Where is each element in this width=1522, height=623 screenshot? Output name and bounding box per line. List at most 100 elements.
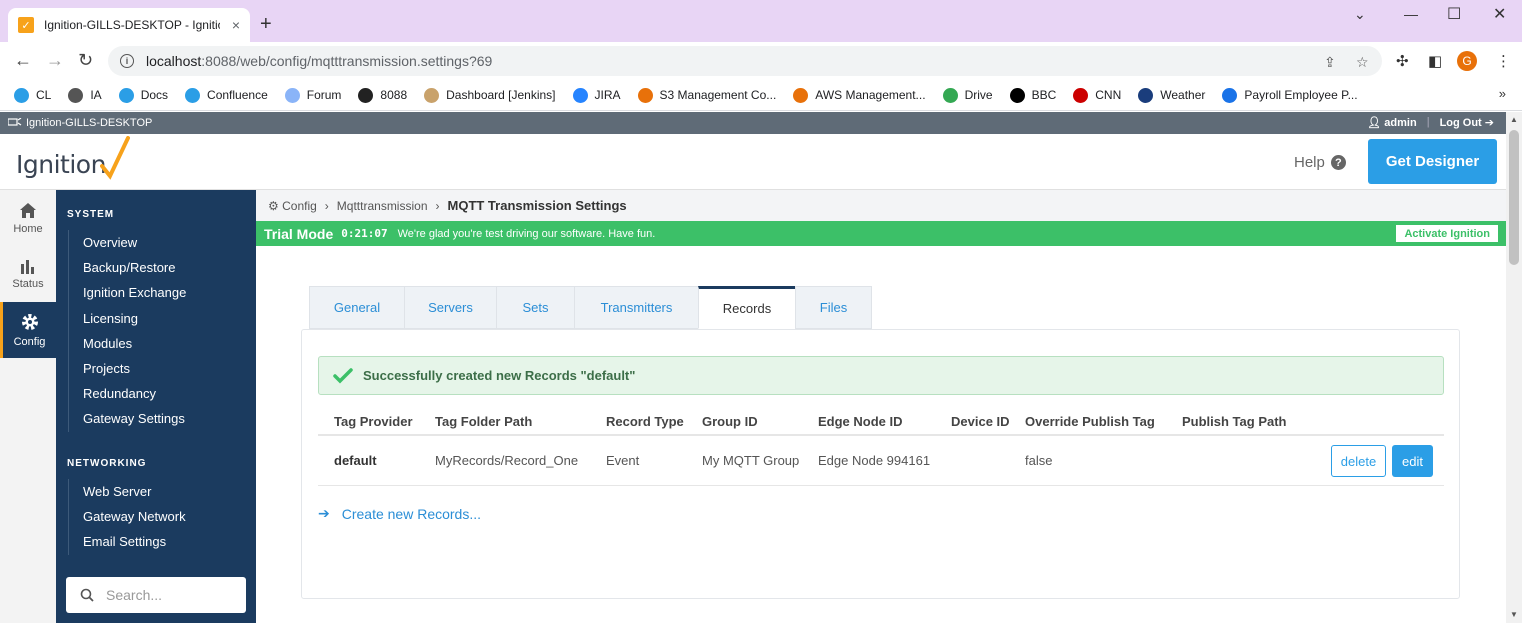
sidebar-search-input[interactable]: Search... — [66, 577, 246, 613]
cell-tag-provider: default — [334, 453, 377, 468]
sidebar-item-projects[interactable]: Projects — [83, 356, 186, 381]
tab-servers[interactable]: Servers — [404, 286, 496, 329]
sidebar-item-licensing[interactable]: Licensing — [83, 306, 186, 331]
tab-transmitters[interactable]: Transmitters — [574, 286, 698, 329]
sidebar-item-redundancy[interactable]: Redundancy — [83, 381, 186, 406]
scrollbar-thumb[interactable] — [1509, 130, 1519, 265]
scroll-down-icon[interactable]: ▼ — [1510, 610, 1518, 619]
tab-files[interactable]: Files — [795, 286, 872, 329]
bookmark-item[interactable]: AWS Management... — [793, 87, 926, 103]
bookmarks-overflow-icon[interactable]: » — [1499, 86, 1506, 101]
breadcrumb-separator-icon: › — [324, 198, 329, 213]
extensions-puzzle-icon[interactable]: ✣ — [1396, 52, 1409, 70]
sidebar-item-web-server[interactable]: Web Server — [83, 479, 186, 504]
bookmark-item[interactable]: Weather — [1138, 87, 1205, 103]
ignition-logo[interactable]: Ignition — [16, 150, 106, 179]
page-scrollbar[interactable]: ▲ ▼ — [1506, 112, 1522, 623]
trial-timer: 0:21:07 — [341, 227, 388, 240]
breadcrumb-config[interactable]: ⚙ Config — [268, 199, 317, 213]
bookmark-item[interactable]: JIRA — [572, 87, 621, 103]
share-icon[interactable]: ⇪ — [1324, 54, 1336, 71]
bookmark-item[interactable]: Payroll Employee P... — [1222, 87, 1358, 103]
bookmark-item[interactable]: S3 Management Co... — [637, 87, 776, 103]
gear-small-icon: ⚙ — [268, 198, 279, 213]
system-menu: Overview Backup/Restore Ignition Exchange L… — [68, 230, 186, 432]
bookmark-item[interactable]: CL — [14, 87, 51, 103]
tab-general[interactable]: General — [309, 286, 404, 329]
bookmark-label: Forum — [306, 88, 342, 102]
col-publish-tag-path: Publish Tag Path — [1182, 413, 1287, 429]
minimize-icon[interactable]: — — [1404, 6, 1418, 22]
trial-label: Trial Mode — [264, 225, 334, 242]
bookmark-item[interactable]: 8088 — [358, 87, 407, 103]
success-alert: Successfully created new Records "defaul… — [318, 356, 1444, 395]
bookmark-favicon-icon — [14, 87, 29, 103]
side-panel-icon[interactable]: ◧ — [1428, 52, 1442, 70]
tab-records[interactable]: Records — [698, 286, 795, 329]
tab-sets[interactable]: Sets — [496, 286, 574, 329]
sidebar-item-ignition-exchange[interactable]: Ignition Exchange — [83, 280, 186, 305]
bookmark-favicon-icon — [1222, 87, 1238, 103]
bookmark-item[interactable]: CNN — [1073, 87, 1122, 103]
breadcrumb-parent[interactable]: Mqtttransmission — [337, 199, 428, 213]
sidebar-item-overview[interactable]: Overview — [83, 230, 186, 255]
profile-avatar[interactable]: G — [1457, 51, 1477, 71]
col-edge-node-id: Edge Node ID — [818, 413, 903, 429]
tab-search-chevron-icon[interactable]: ⌄ — [1354, 6, 1366, 23]
bookmark-item[interactable]: Forum — [284, 87, 342, 103]
success-text: Successfully created new Records "defaul… — [363, 368, 636, 383]
bookmark-item[interactable]: IA — [68, 87, 102, 103]
gateway-bar: Ignition-GILLS-DESKTOP 👤︎ admin | Log Ou… — [0, 112, 1506, 134]
nav-config[interactable]: Config — [0, 302, 56, 358]
bookmark-label: CNN — [1095, 88, 1122, 102]
site-info-icon[interactable]: i — [120, 54, 134, 68]
create-new-records-link[interactable]: ➔ Create new Records... — [318, 505, 481, 522]
nav-status[interactable]: Status — [0, 246, 56, 302]
sidebar-item-gateway-settings[interactable]: Gateway Settings — [83, 406, 186, 431]
nav-home[interactable]: Home — [0, 190, 56, 246]
arrow-right-icon: ➔ — [318, 505, 330, 521]
reload-icon[interactable]: ↻ — [78, 50, 93, 70]
main-content: ⚙ Config › Mqtttransmission › MQTT Trans… — [256, 190, 1506, 623]
scroll-up-icon[interactable]: ▲ — [1510, 115, 1518, 124]
col-tag-folder-path: Tag Folder Path — [435, 413, 533, 429]
help-link[interactable]: Help? — [1294, 154, 1346, 171]
forward-arrow-icon[interactable]: → — [46, 50, 64, 70]
col-group-id: Group ID — [702, 413, 758, 429]
url-text: localhost:8088/web/config/mqtttransmissi… — [146, 53, 493, 69]
user-menu[interactable]: 👤︎ admin — [1367, 116, 1416, 129]
bookmark-item[interactable]: Dashboard [Jenkins] — [424, 87, 556, 103]
close-tab-icon[interactable]: × — [232, 17, 240, 33]
check-icon — [333, 367, 353, 383]
bookmark-favicon-icon — [358, 87, 374, 103]
back-arrow-icon[interactable]: ← — [14, 50, 32, 70]
col-record-type: Record Type — [606, 413, 684, 429]
browser-tab[interactable]: ✓ Ignition-GILLS-DESKTOP - Ignitio × — [8, 8, 250, 42]
bookmark-star-icon[interactable]: ☆ — [1356, 54, 1369, 71]
activate-ignition-button[interactable]: Activate Ignition — [1396, 225, 1498, 242]
bookmark-favicon-icon — [68, 87, 84, 103]
bookmark-item[interactable]: Docs — [118, 87, 168, 103]
close-window-icon[interactable]: ✕ — [1493, 4, 1506, 24]
sidebar-item-backup-restore[interactable]: Backup/Restore — [83, 255, 186, 280]
maximize-icon[interactable]: ☐ — [1447, 4, 1461, 24]
bookmark-label: Payroll Employee P... — [1244, 88, 1358, 102]
breadcrumb: ⚙ Config › Mqtttransmission › MQTT Trans… — [256, 190, 1506, 221]
browser-menu-icon[interactable]: ⋮ — [1496, 52, 1511, 70]
edit-button[interactable]: edit — [1392, 445, 1433, 477]
bookmark-item[interactable]: BBC — [1009, 87, 1056, 103]
sidebar-item-gateway-network[interactable]: Gateway Network — [83, 504, 186, 529]
get-designer-button[interactable]: Get Designer — [1368, 139, 1497, 184]
ignition-logo-check-icon — [100, 136, 130, 180]
delete-button[interactable]: delete — [1331, 445, 1386, 477]
user-icon: 👤︎ — [1367, 117, 1382, 129]
new-tab-button[interactable]: + — [260, 14, 272, 34]
browser-tab-title: Ignition-GILLS-DESKTOP - Ignitio — [44, 18, 220, 32]
sidebar-item-email-settings[interactable]: Email Settings — [83, 529, 186, 554]
address-bar[interactable]: i localhost:8088/web/config/mqtttransmis… — [108, 46, 1382, 76]
divider: | — [1426, 116, 1430, 128]
logout-link[interactable]: Log Out ➔ — [1440, 116, 1494, 129]
bookmark-item[interactable]: Confluence — [185, 87, 268, 103]
sidebar-item-modules[interactable]: Modules — [83, 331, 186, 356]
bookmark-item[interactable]: Drive — [942, 87, 993, 103]
